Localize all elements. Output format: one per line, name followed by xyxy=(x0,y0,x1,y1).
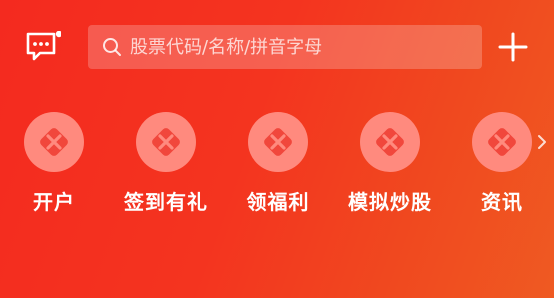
search-icon xyxy=(102,37,122,57)
add-button[interactable] xyxy=(498,32,528,62)
plus-icon xyxy=(498,32,528,62)
home-header-screen: 开户 签到有礼 领福利 xyxy=(0,0,554,298)
action-label: 签到有礼 xyxy=(124,190,208,214)
action-icon-circle xyxy=(136,112,196,172)
notification-dot xyxy=(55,30,63,38)
scroll-right-button[interactable] xyxy=(536,133,548,151)
action-icon-circle xyxy=(248,112,308,172)
action-sign-in-gift[interactable]: 签到有礼 xyxy=(110,112,222,222)
placeholder-logo-icon xyxy=(152,128,180,156)
placeholder-logo-icon xyxy=(264,128,292,156)
action-label: 开户 xyxy=(33,190,75,214)
action-get-benefits[interactable]: 领福利 xyxy=(222,112,334,222)
action-open-account[interactable]: 开户 xyxy=(0,112,110,222)
quick-actions: 开户 签到有礼 领福利 模拟炒股 资讯 xyxy=(0,112,554,222)
chevron-right-icon xyxy=(538,135,546,149)
placeholder-logo-icon xyxy=(376,128,404,156)
action-simulated-trading[interactable]: 模拟炒股 xyxy=(334,112,446,222)
action-label: 资讯 xyxy=(481,190,523,214)
placeholder-logo-icon xyxy=(40,128,68,156)
placeholder-logo-icon xyxy=(488,128,516,156)
action-icon-circle xyxy=(360,112,420,172)
action-icon-circle xyxy=(472,112,532,172)
message-button[interactable] xyxy=(25,30,63,63)
action-news[interactable]: 资讯 xyxy=(446,112,554,222)
action-label: 领福利 xyxy=(246,190,310,214)
search-input[interactable] xyxy=(130,27,470,67)
action-icon-circle xyxy=(24,112,84,172)
message-icon xyxy=(26,30,63,61)
action-label: 模拟炒股 xyxy=(348,190,432,214)
search-bar[interactable] xyxy=(88,25,482,69)
